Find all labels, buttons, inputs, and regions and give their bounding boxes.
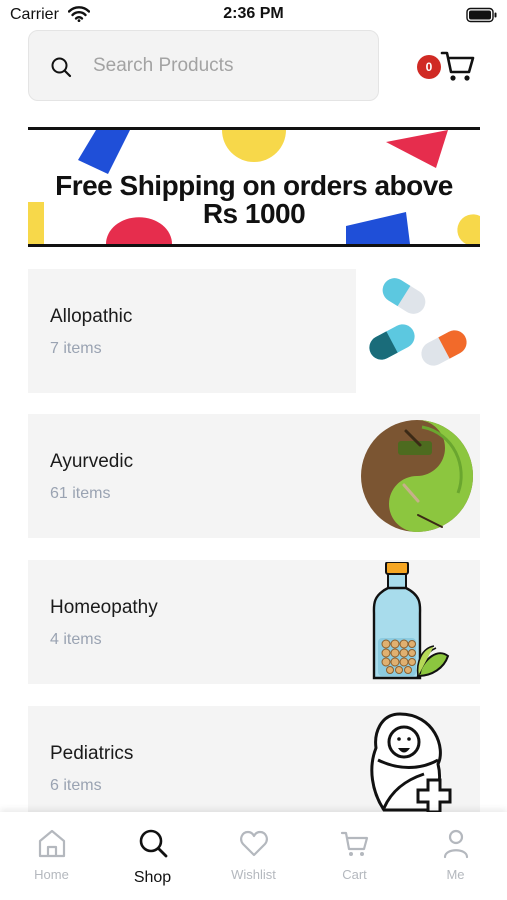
tab-me[interactable]: Me	[405, 812, 506, 900]
tab-label: Shop	[133, 869, 172, 886]
search-box[interactable]	[28, 30, 379, 101]
cart-count-badge: 0	[417, 55, 441, 79]
category-card-allopathic[interactable]: Allopathic 7 items	[28, 269, 356, 393]
ayurveda-mortar-icon	[361, 420, 473, 532]
category-name: Ayurvedic	[50, 451, 134, 472]
search-input[interactable]	[93, 31, 363, 100]
promo-text: Free Shipping on orders above Rs 1000	[28, 172, 480, 228]
category-count: 7 items	[50, 340, 102, 357]
tab-home[interactable]: Home	[1, 812, 102, 900]
status-time: 2:36 PM	[223, 5, 284, 22]
promo-line-1: Free Shipping on orders above	[55, 170, 453, 201]
search-icon	[139, 829, 168, 858]
tab-cart[interactable]: Cart	[304, 812, 405, 900]
category-count: 6 items	[50, 777, 102, 794]
cart-button[interactable]: 0	[414, 46, 478, 86]
category-name: Pediatrics	[50, 743, 134, 764]
cart-icon	[340, 831, 369, 856]
status-bar: Carrier 2:36 PM	[0, 0, 507, 30]
tab-label: Home	[34, 867, 69, 882]
cart-icon	[440, 51, 475, 81]
tab-wishlist[interactable]: Wishlist	[203, 812, 304, 900]
category-name: Allopathic	[50, 306, 133, 327]
heart-icon	[240, 830, 268, 857]
homeopathy-bottle-icon	[372, 562, 450, 680]
promo-banner[interactable]: Free Shipping on orders above Rs 1000	[28, 127, 480, 247]
promo-line-2: Rs 1000	[202, 198, 306, 229]
swaddled-baby-icon	[370, 712, 452, 814]
search-icon	[51, 57, 72, 78]
bottom-tab-bar: Home Shop Wishlist Cart Me	[0, 812, 507, 900]
home-icon	[38, 829, 66, 858]
tab-label: Cart	[342, 867, 367, 882]
tab-shop[interactable]: Shop	[102, 812, 203, 900]
user-icon	[443, 829, 469, 859]
battery-icon	[466, 7, 497, 23]
category-count: 4 items	[50, 631, 102, 648]
pills-icon	[369, 278, 467, 366]
category-name: Homeopathy	[50, 597, 158, 618]
tab-label: Wishlist	[231, 867, 276, 882]
tab-label: Me	[446, 867, 465, 882]
category-count: 61 items	[50, 485, 111, 502]
